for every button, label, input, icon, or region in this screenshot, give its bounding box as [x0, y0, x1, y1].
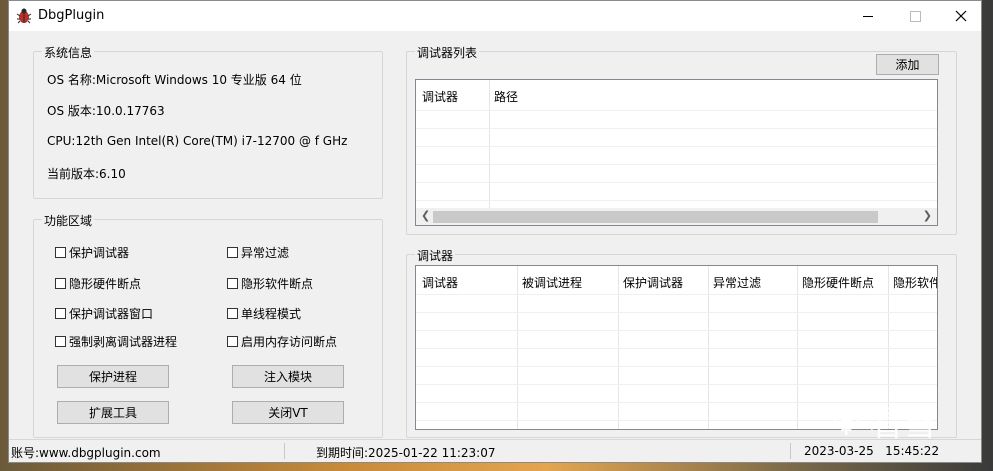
column-header-debuggee-process[interactable]: 被调试进程: [522, 274, 582, 291]
expiry-text: 到期时间:2025-01-22 11:23:07: [316, 446, 496, 460]
checkbox-label: 异常过滤: [241, 246, 290, 260]
checkbox-hidden-sw-breakpoint[interactable]: 隐形软件断点: [227, 275, 313, 292]
status-divider: [284, 443, 285, 459]
title-bar[interactable]: DbgPlugin: [9, 1, 981, 31]
horizontal-scrollbar[interactable]: ❮ ❯: [416, 208, 937, 225]
checkbox-box[interactable]: [55, 308, 66, 319]
system-info-legend: 系统信息: [42, 44, 95, 61]
checkbox-label: 强制剥离调试器进程: [69, 335, 178, 349]
checkbox-box[interactable]: [227, 336, 238, 347]
checkbox-protect-debugger-window[interactable]: 保护调试器窗口: [55, 305, 153, 322]
checkbox-force-detach-debugger[interactable]: 强制剥离调试器进程: [55, 333, 177, 350]
column-header-debugger[interactable]: 调试器: [422, 88, 458, 105]
checkbox-protect-debugger[interactable]: 保护调试器: [55, 244, 129, 261]
maximize-button[interactable]: [892, 1, 938, 31]
bug-icon: [16, 8, 32, 24]
row-divider: [416, 294, 937, 295]
main-window: DbgPlugin 系统信息 OS 名称:Microsoft Windows 1…: [8, 0, 982, 463]
checkbox-box[interactable]: [227, 247, 238, 258]
column-header-hidden-hw-breakpoint[interactable]: 隐形硬件断点: [802, 274, 874, 291]
column-header-protect-debugger[interactable]: 保护调试器: [623, 274, 683, 291]
row-divider: [416, 110, 937, 111]
row-divider: [416, 200, 937, 201]
row-divider: [416, 330, 937, 331]
debugger-list-legend: 调试器列表: [415, 44, 480, 61]
close-icon: [955, 10, 967, 22]
current-version-text: 当前版本:6.10: [47, 167, 126, 181]
checkbox-box[interactable]: [55, 336, 66, 347]
add-debugger-button[interactable]: 添加: [876, 54, 939, 75]
close-button[interactable]: [938, 1, 984, 31]
checkbox-label: 保护调试器: [69, 246, 130, 260]
row-divider: [416, 384, 937, 385]
watermark-text: 看雪: [868, 404, 937, 444]
checkbox-memory-access-breakpoint[interactable]: 启用内存访问断点: [227, 333, 337, 350]
minimize-icon: [863, 15, 873, 17]
checkbox-label: 启用内存访问断点: [241, 335, 338, 349]
column-header-hidden-sw[interactable]: 隐形软件: [893, 274, 937, 291]
checkbox-hidden-hw-breakpoint[interactable]: 隐形硬件断点: [55, 275, 141, 292]
checkbox-exception-filter[interactable]: 异常过滤: [227, 244, 289, 261]
checkbox-label: 保护调试器窗口: [69, 307, 154, 321]
row-divider: [416, 312, 937, 313]
debugger-list-table[interactable]: 调试器 路径 ❮ ❯: [415, 79, 938, 226]
row-divider: [416, 146, 937, 147]
checkbox-label: 单线程模式: [241, 307, 302, 321]
checkbox-box[interactable]: [55, 278, 66, 289]
snowflake-icon: ❄: [828, 395, 865, 446]
row-divider: [416, 366, 937, 367]
maximize-icon: [909, 10, 921, 22]
window-title: DbgPlugin: [38, 8, 105, 23]
cpu-text: CPU:12th Gen Intel(R) Core(TM) i7-12700 …: [47, 134, 348, 148]
os-version-text: OS 版本:10.0.17763: [47, 104, 165, 118]
checkbox-label: 隐形软件断点: [241, 277, 314, 291]
functions-legend: 功能区域: [42, 212, 95, 229]
extend-tools-button[interactable]: 扩展工具: [57, 401, 169, 424]
column-header-debugger[interactable]: 调试器: [422, 274, 458, 291]
scroll-right-icon[interactable]: ❯: [923, 209, 932, 222]
close-vt-button[interactable]: 关闭VT: [232, 401, 344, 424]
row-divider: [416, 348, 937, 349]
row-divider: [416, 182, 937, 183]
minimize-button[interactable]: [845, 1, 891, 31]
debugger-legend: 调试器: [415, 247, 456, 264]
column-divider: [489, 80, 490, 210]
kanxue-watermark: ❄ 看雪: [828, 395, 937, 446]
row-divider: [416, 164, 937, 165]
scroll-left-icon[interactable]: ❮: [421, 209, 430, 222]
checkbox-box[interactable]: [227, 308, 238, 319]
checkbox-box[interactable]: [55, 247, 66, 258]
checkbox-single-thread-mode[interactable]: 单线程模式: [227, 305, 301, 322]
protect-process-button[interactable]: 保护进程: [57, 365, 169, 388]
column-header-exception-filter[interactable]: 异常过滤: [713, 274, 761, 291]
scrollbar-thumb[interactable]: [433, 211, 878, 223]
account-text: 账号:www.dbgplugin.com: [11, 446, 161, 460]
row-divider: [416, 128, 937, 129]
datetime-text: 2023-03-25 15:45:22: [804, 444, 940, 458]
os-name-text: OS 名称:Microsoft Windows 10 专业版 64 位: [47, 73, 302, 87]
status-divider: [790, 443, 791, 459]
column-header-path[interactable]: 路径: [494, 88, 518, 105]
checkbox-box[interactable]: [227, 278, 238, 289]
checkbox-label: 隐形硬件断点: [69, 277, 142, 291]
inject-module-button[interactable]: 注入模块: [232, 365, 344, 388]
